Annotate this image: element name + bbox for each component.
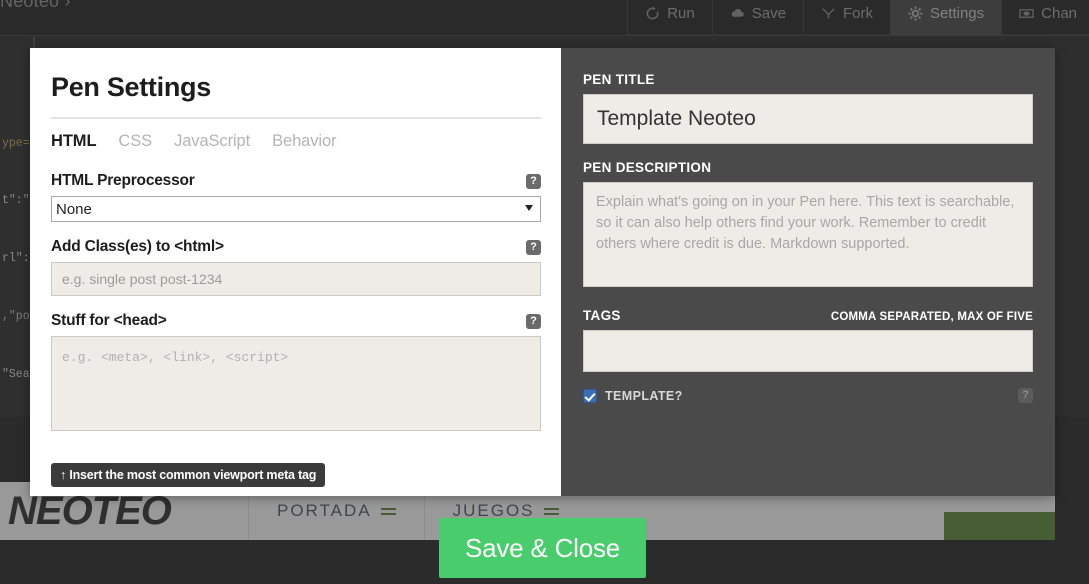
field-pen-title: PEN TITLE	[583, 72, 1033, 144]
modal-left-panel: Pen Settings HTML CSS JavaScript Behavio…	[30, 48, 561, 496]
help-icon[interactable]: ?	[526, 173, 541, 189]
modal-right-panel: PEN TITLE PEN DESCRIPTION TAGS COMMA SEP…	[561, 48, 1055, 496]
field-label: Add Class(es) to <html>	[51, 238, 224, 255]
pen-settings-modal: Pen Settings HTML CSS JavaScript Behavio…	[30, 48, 1055, 496]
field-label: PEN TITLE	[583, 72, 655, 87]
tab-behavior[interactable]: Behavior	[272, 132, 336, 151]
template-checkbox-group[interactable]: TEMPLATE?	[583, 388, 683, 403]
help-icon[interactable]: ?	[526, 239, 541, 255]
field-label: HTML Preprocessor	[51, 172, 195, 189]
page-title: Pen Settings	[51, 72, 211, 102]
help-icon[interactable]: ?	[526, 313, 541, 329]
field-label: Stuff for <head>	[51, 312, 167, 329]
tab-html[interactable]: HTML	[51, 132, 97, 151]
help-icon[interactable]: ?	[1018, 388, 1033, 403]
field-html-preprocessor: HTML Preprocessor ? None	[51, 172, 541, 222]
field-label: PEN DESCRIPTION	[583, 160, 712, 175]
field-header: HTML Preprocessor ?	[51, 172, 541, 190]
template-label: TEMPLATE?	[605, 388, 683, 403]
pen-description-textarea[interactable]	[583, 182, 1033, 287]
field-html-classes: Add Class(es) to <html> ?	[51, 238, 541, 296]
save-and-close-button[interactable]: Save & Close	[439, 518, 646, 578]
html-preprocessor-select[interactable]: None	[51, 196, 541, 222]
field-header: Add Class(es) to <html> ?	[51, 238, 541, 256]
pen-title-input[interactable]	[583, 94, 1033, 144]
tab-css[interactable]: CSS	[118, 132, 152, 151]
field-label: TAGS	[583, 308, 621, 323]
template-checkbox[interactable]	[583, 388, 597, 403]
title-divider	[51, 117, 541, 119]
field-stuff-for-head: Stuff for <head> ?	[51, 312, 541, 436]
stuff-for-head-textarea[interactable]	[51, 336, 541, 431]
insert-viewport-meta-button[interactable]: ↑ Insert the most common viewport meta t…	[51, 463, 326, 487]
field-tags: TAGS COMMA SEPARATED, MAX OF FIVE	[583, 308, 1033, 372]
modal-tabs: HTML CSS JavaScript Behavior	[51, 132, 541, 151]
tags-hint: COMMA SEPARATED, MAX OF FIVE	[830, 311, 1033, 323]
select-wrapper: None	[51, 196, 541, 222]
tab-javascript[interactable]: JavaScript	[174, 132, 250, 151]
field-header: PEN DESCRIPTION	[583, 160, 1033, 175]
app-screen: Neoteo › Run Save	[0, 0, 1089, 584]
tags-input[interactable]	[583, 330, 1033, 372]
field-header: TAGS COMMA SEPARATED, MAX OF FIVE	[583, 308, 1033, 323]
field-header: PEN TITLE	[583, 72, 1033, 87]
html-classes-input[interactable]	[51, 262, 541, 296]
field-header: Stuff for <head> ?	[51, 312, 541, 330]
template-row: TEMPLATE? ?	[583, 388, 1033, 403]
field-pen-description: PEN DESCRIPTION	[583, 160, 1033, 292]
